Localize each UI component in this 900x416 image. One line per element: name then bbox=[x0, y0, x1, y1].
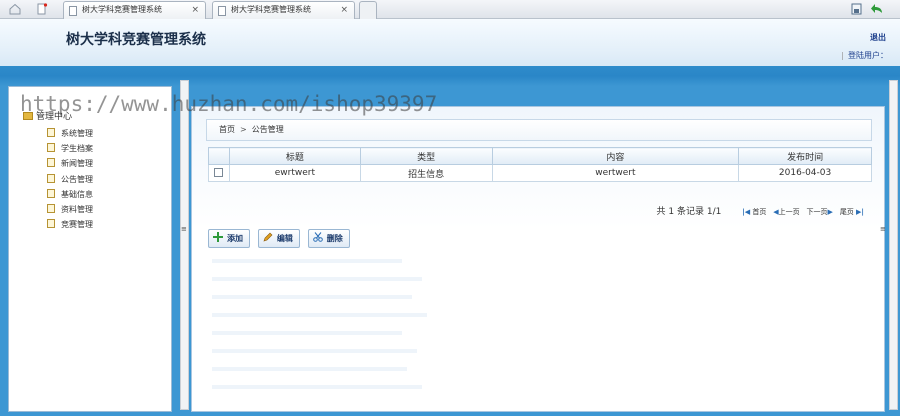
login-user-text: 登陆用户： bbox=[848, 51, 888, 60]
sidebar-menu: 系统管理 学生档案 新闻管理 公告管理 基础信息 资料管理 竞赛管理 bbox=[47, 126, 93, 232]
tab-label: 树大学科竞赛管理系统 bbox=[231, 5, 311, 14]
sidebar-item-label: 学生档案 bbox=[61, 144, 93, 154]
background-stripe bbox=[212, 277, 422, 281]
page-icon bbox=[47, 188, 55, 198]
sidebar-item-label: 公告管理 bbox=[61, 174, 93, 184]
row-checkbox[interactable] bbox=[214, 168, 224, 177]
edit-button-label: 编辑 bbox=[276, 234, 293, 243]
last-page-link[interactable]: 尾页 ▶| bbox=[840, 208, 864, 216]
background-stripe bbox=[212, 313, 427, 317]
page-icon bbox=[47, 203, 55, 213]
background-stripe bbox=[212, 259, 402, 263]
back-arrow-icon[interactable] bbox=[870, 2, 884, 16]
sidebar-item-students[interactable]: 学生档案 bbox=[47, 141, 93, 156]
main-scrollbar[interactable] bbox=[889, 80, 898, 410]
column-header-title: 标题 bbox=[228, 147, 361, 165]
add-button[interactable]: 添加 bbox=[208, 229, 250, 248]
tab-label: 树大学科竞赛管理系统 bbox=[82, 5, 162, 14]
splitter-handle-icon[interactable]: ≡ bbox=[880, 225, 886, 233]
announcement-table: 标题 类型 内容 发布时间 ewrtwert 招生信息 wertwert 201… bbox=[208, 147, 872, 182]
watermark: https://www.huzhan.com/ishop39397 bbox=[20, 92, 438, 116]
first-page-label: 首页 bbox=[752, 208, 767, 216]
sidebar-item-label: 竞赛管理 bbox=[61, 220, 93, 230]
browser-tab-1[interactable]: 树大学科竞赛管理系统 × bbox=[63, 1, 206, 19]
close-tab-icon[interactable]: × bbox=[191, 2, 199, 18]
save-page-icon[interactable] bbox=[851, 3, 862, 15]
page-icon bbox=[47, 173, 55, 183]
column-header-date: 发布时间 bbox=[738, 147, 872, 165]
page-icon bbox=[47, 219, 55, 229]
add-button-label: 添加 bbox=[227, 234, 243, 243]
page-favicon-icon bbox=[218, 6, 226, 16]
browser-tab-bar: 树大学科竞赛管理系统 × 树大学科竞赛管理系统 × bbox=[0, 0, 900, 19]
page-icon bbox=[47, 128, 55, 137]
column-header-content: 内容 bbox=[491, 147, 740, 165]
table-header-row: 标题 类型 内容 发布时间 bbox=[208, 147, 872, 165]
page-icon bbox=[47, 158, 55, 168]
scissors-icon bbox=[312, 232, 323, 242]
sidebar-item-label: 系统管理 bbox=[61, 129, 93, 138]
document-icon[interactable] bbox=[36, 3, 48, 15]
page-favicon-icon bbox=[69, 6, 77, 16]
breadcrumb-separator: > bbox=[240, 125, 247, 134]
sidebar-item-announcements[interactable]: 公告管理 bbox=[47, 172, 93, 187]
sidebar-item-news[interactable]: 新闻管理 bbox=[47, 156, 93, 171]
cell-date: 2016-04-03 bbox=[738, 164, 872, 182]
cell-content: wertwert bbox=[491, 164, 740, 182]
cell-type: 招生信息 bbox=[359, 164, 493, 182]
next-page-label: 下一页 bbox=[806, 208, 828, 216]
select-column-header bbox=[208, 147, 230, 165]
edit-button[interactable]: 编辑 bbox=[257, 229, 300, 248]
column-header-type: 类型 bbox=[359, 147, 493, 165]
next-page-link[interactable]: 下一页▶ bbox=[807, 208, 833, 216]
prev-page-label: 上一页 bbox=[778, 208, 800, 216]
sidebar-item-competitions[interactable]: 竞赛管理 bbox=[47, 217, 93, 232]
main-panel: 首页 > 公告管理 标题 类型 内容 发布时间 ewrtwert 招生信息 wert… bbox=[191, 106, 885, 412]
first-page-link[interactable]: |◀ 首页 bbox=[742, 208, 766, 216]
last-page-icon: ▶| bbox=[856, 208, 864, 216]
row-checkbox-cell bbox=[208, 164, 230, 182]
breadcrumb-home[interactable]: 首页 bbox=[219, 125, 235, 134]
breadcrumb: 首页 > 公告管理 bbox=[206, 119, 872, 141]
sidebar-item-basic-info[interactable]: 基础信息 bbox=[47, 187, 93, 202]
background-stripe bbox=[212, 385, 422, 389]
first-page-icon: |◀ bbox=[742, 208, 751, 216]
table-row[interactable]: ewrtwert 招生信息 wertwert 2016-04-03 bbox=[208, 164, 872, 182]
delete-button-label: 删除 bbox=[326, 234, 343, 243]
sidebar-item-label: 基础信息 bbox=[61, 189, 93, 199]
new-tab-button[interactable] bbox=[359, 1, 377, 19]
home-icon[interactable] bbox=[9, 3, 21, 15]
pagination: 共 1 条记录 1/1 |◀ 首页 ◀上一页 下一页▶ 尾页 ▶| bbox=[657, 204, 864, 217]
background-stripe bbox=[212, 349, 417, 353]
sidebar-item-label: 资料管理 bbox=[61, 204, 93, 214]
exit-link[interactable]: 退出 bbox=[870, 32, 886, 43]
prev-page-link[interactable]: ◀上一页 bbox=[773, 208, 799, 216]
sidebar-item-materials[interactable]: 资料管理 bbox=[47, 202, 93, 217]
background-stripe bbox=[212, 331, 402, 335]
sidebar-item-system[interactable]: 系统管理 bbox=[47, 126, 93, 141]
breadcrumb-current: 公告管理 bbox=[251, 125, 284, 134]
background-stripe bbox=[212, 295, 412, 299]
record-count: 共 1 条记录 1/1 bbox=[656, 207, 722, 217]
last-page-label: 尾页 bbox=[839, 208, 854, 216]
splitter-handle-icon[interactable]: ≡ bbox=[181, 225, 187, 233]
browser-tab-2[interactable]: 树大学科竞赛管理系统 × bbox=[212, 1, 355, 19]
close-tab-icon[interactable]: × bbox=[340, 2, 348, 18]
login-user-label: | 登陆用户： bbox=[841, 51, 888, 60]
page-icon bbox=[47, 143, 55, 153]
sidebar: 管理中心 系统管理 学生档案 新闻管理 公告管理 基础信息 资料管理 竞赛管理 bbox=[8, 86, 172, 412]
sidebar-scrollbar[interactable] bbox=[180, 80, 189, 410]
pencil-icon bbox=[263, 232, 273, 242]
app-title: 树大学科竞赛管理系统 bbox=[66, 32, 206, 48]
action-toolbar: 添加 编辑 删除 bbox=[208, 229, 355, 248]
delete-button[interactable]: 删除 bbox=[307, 229, 350, 248]
next-page-icon: ▶ bbox=[827, 208, 833, 216]
cell-title: ewrtwert bbox=[228, 164, 361, 182]
plus-icon bbox=[213, 232, 223, 242]
background-stripe bbox=[212, 367, 407, 371]
sidebar-item-label: 新闻管理 bbox=[61, 159, 93, 169]
app-header: 树大学科竞赛管理系统 退出 | 登陆用户： bbox=[0, 19, 900, 66]
